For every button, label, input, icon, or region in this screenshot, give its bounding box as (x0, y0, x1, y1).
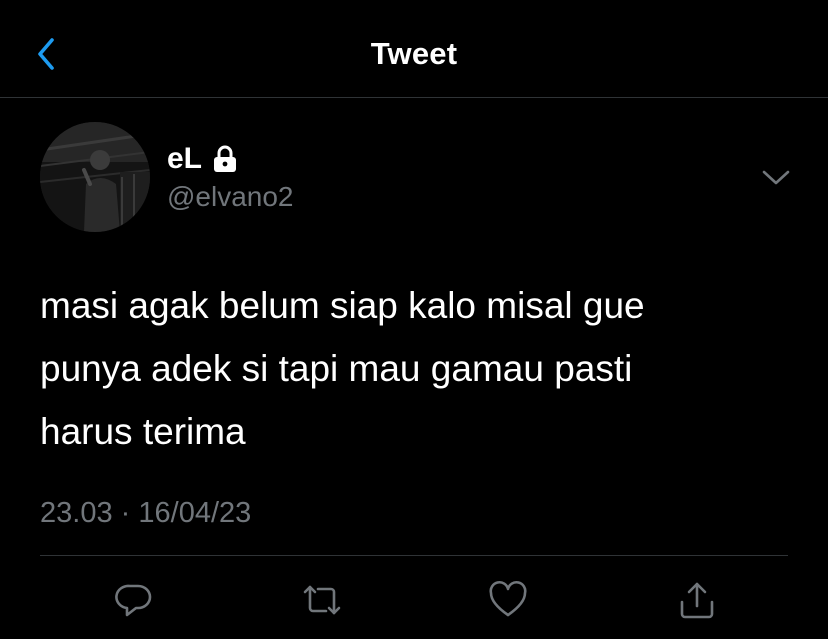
display-name[interactable]: eL (167, 142, 238, 176)
retweet-icon[interactable] (300, 578, 344, 622)
lock-icon (212, 145, 238, 173)
more-options-chevron-down-icon[interactable] (760, 164, 792, 190)
page-title: Tweet (370, 36, 458, 71)
avatar[interactable] (40, 122, 150, 232)
top-bar: Tweet (0, 0, 828, 98)
reply-icon[interactable] (112, 578, 156, 622)
user-handle[interactable]: @elvano2 (167, 181, 294, 213)
tweet-time: 23.03 (40, 497, 113, 529)
tweet-date: 16/04/23 (138, 497, 252, 529)
tweet-timestamp: 23.03 · 16/04/23 (40, 497, 251, 530)
divider (40, 555, 788, 556)
separator-dot: · (120, 497, 131, 529)
tweet-text: masi agak belum siap kalo misal gue puny… (40, 285, 645, 452)
share-icon[interactable] (675, 578, 719, 622)
display-name-text: eL (167, 142, 203, 175)
heart-icon[interactable] (486, 578, 530, 622)
